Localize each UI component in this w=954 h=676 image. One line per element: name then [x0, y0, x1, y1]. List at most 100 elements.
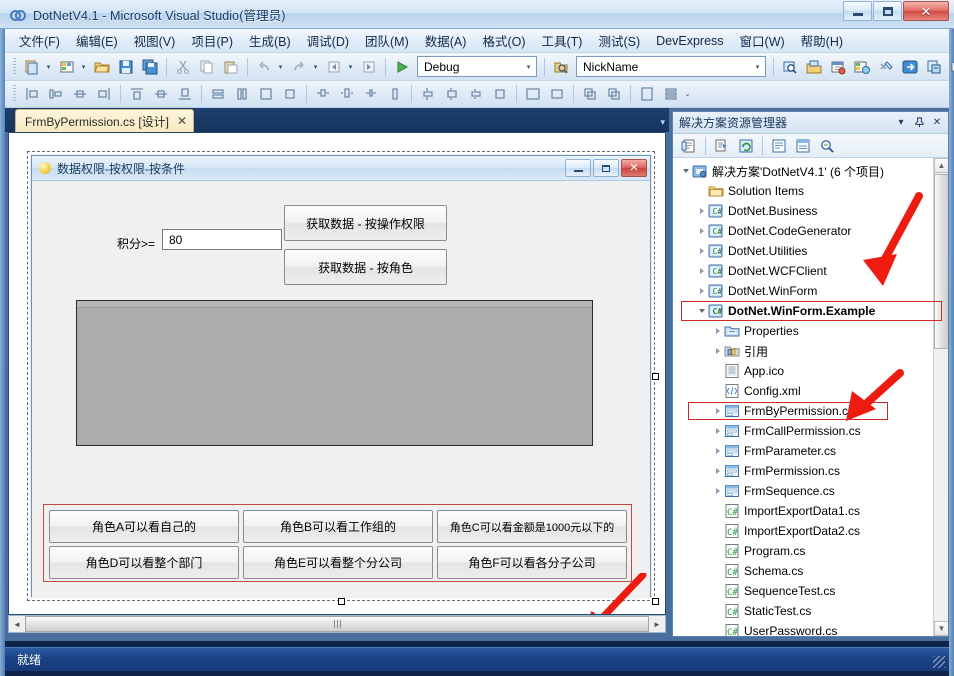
redo-icon[interactable]	[288, 56, 310, 78]
expander-icon[interactable]	[711, 461, 724, 481]
tree-item-13[interactable]: FrmCallPermission.cs	[673, 421, 948, 441]
toolbox-icon[interactable]	[875, 56, 897, 78]
align-middles2-icon[interactable]	[126, 83, 148, 105]
expander-icon[interactable]	[695, 281, 708, 301]
tree-item-21[interactable]: C# SequenceTest.cs	[673, 581, 948, 601]
expander-icon[interactable]	[711, 441, 724, 461]
align-bottoms-icon[interactable]	[150, 83, 172, 105]
vert-spacing-increase-icon[interactable]	[360, 83, 382, 105]
horiz-spacing-equal-icon[interactable]	[255, 83, 277, 105]
find-icon[interactable]	[779, 56, 801, 78]
layout-tool-25[interactable]	[546, 83, 568, 105]
tree-item-20[interactable]: C# Schema.cs	[673, 561, 948, 581]
menu-item-9[interactable]: 工具(T)	[534, 28, 591, 53]
tab-frmbypermission[interactable]: FrmByPermission.cs [设计] ✕	[15, 109, 195, 132]
expander-icon[interactable]	[711, 421, 724, 441]
menu-item-12[interactable]: 窗口(W)	[732, 28, 793, 53]
tree-item-5[interactable]: C# DotNet.WCFClient	[673, 261, 948, 281]
tree-item-2[interactable]: C# DotNet.Business	[673, 201, 948, 221]
class-view-icon[interactable]	[923, 56, 945, 78]
minimize-button[interactable]	[843, 1, 872, 21]
make-same-size-icon[interactable]	[207, 83, 229, 105]
tree-item-16[interactable]: FrmSequence.cs	[673, 481, 948, 501]
get-data-by-operation-permission-button[interactable]: 获取数据 - 按操作权限	[284, 205, 447, 241]
menu-item-13[interactable]: 帮助(H)	[793, 28, 851, 53]
get-data-by-role-button[interactable]: 获取数据 - 按角色	[284, 249, 447, 285]
toolbar-overflow-arrow[interactable]: ⌄	[683, 83, 692, 105]
data-grid-placeholder[interactable]	[76, 300, 593, 446]
expander-icon[interactable]	[695, 221, 708, 241]
vert-spacing-decrease-icon[interactable]	[384, 83, 406, 105]
menu-item-7[interactable]: 数据(A)	[417, 28, 475, 53]
align-centers-icon[interactable]	[45, 83, 67, 105]
new-item-icon[interactable]	[56, 56, 78, 78]
expander-icon[interactable]	[711, 401, 724, 421]
new-project-icon[interactable]	[21, 56, 43, 78]
resize-handle-bottom-center[interactable]	[338, 598, 345, 605]
save-all-icon[interactable]	[139, 56, 161, 78]
close-button[interactable]: ✕	[903, 1, 949, 21]
resize-handle-bottom-right[interactable]	[652, 598, 659, 605]
table-layout-icon[interactable]	[522, 83, 544, 105]
tree-item-3[interactable]: C# DotNet.CodeGenerator	[673, 221, 948, 241]
expander-icon[interactable]	[711, 341, 724, 361]
resize-grip-icon[interactable]	[933, 656, 945, 668]
scroll-thumb[interactable]	[25, 616, 649, 632]
menu-item-1[interactable]: 编辑(E)	[68, 28, 126, 53]
horiz-spacing-increase-icon[interactable]	[279, 83, 301, 105]
role-d-button[interactable]: 角色D可以看整个部门	[49, 546, 239, 579]
bring-to-front-icon[interactable]	[465, 83, 487, 105]
undo-dropdown-arrow[interactable]: ▾	[276, 56, 285, 78]
show-all-files-icon[interactable]	[711, 135, 733, 157]
close-icon[interactable]: ✕	[177, 115, 187, 127]
navigate-backward-dropdown-arrow[interactable]: ▾	[346, 56, 355, 78]
designed-winform[interactable]: 数据权限-按权限-按条件 ✕ 积分>= 80 获取数据 - 按操作权限 获取数据…	[31, 155, 651, 597]
menu-item-11[interactable]: DevExpress	[648, 31, 731, 51]
toolbar-grip[interactable]	[13, 57, 16, 76]
tree-item-18[interactable]: C# ImportExportData2.cs	[673, 521, 948, 541]
properties-icon[interactable]	[678, 135, 700, 157]
center-horizontally-icon[interactable]	[417, 83, 439, 105]
menu-item-10[interactable]: 测试(S)	[590, 28, 648, 53]
tree-item-11[interactable]: Config.xml	[673, 381, 948, 401]
tree-item-19[interactable]: C# Program.cs	[673, 541, 948, 561]
expander-icon[interactable]	[711, 481, 724, 501]
tree-item-12[interactable]: FrmByPermission.cs	[673, 401, 948, 421]
align-rights-icon[interactable]	[93, 83, 115, 105]
make-same-width-icon[interactable]	[174, 83, 196, 105]
tree-item-15[interactable]: FrmPermission.cs	[673, 461, 948, 481]
horiz-spacing-remove-icon[interactable]	[312, 83, 334, 105]
new-item-dropdown-arrow[interactable]: ▾	[79, 56, 88, 78]
scroll-left-icon[interactable]: ◄	[9, 616, 25, 632]
tree-item-17[interactable]: C# ImportExportData1.cs	[673, 501, 948, 521]
center-vertically-icon[interactable]	[441, 83, 463, 105]
solution-explorer-icon[interactable]	[803, 56, 825, 78]
solution-tree[interactable]: ▲ ▼ 解决方案'DotNetV4.1' (6 个项目) Solution Ite…	[673, 158, 948, 636]
expander-icon[interactable]	[695, 241, 708, 261]
tree-item-22[interactable]: C# StaticTest.cs	[673, 601, 948, 621]
menu-item-4[interactable]: 生成(B)	[241, 28, 299, 53]
resize-handle-right-middle[interactable]	[652, 373, 659, 380]
new-project-dropdown-arrow[interactable]: ▾	[44, 56, 53, 78]
paste-icon[interactable]	[220, 56, 242, 78]
role-c-button[interactable]: 角色C可以看金额是1000元以下的	[437, 510, 627, 543]
find-combo[interactable]: NickName ▾	[576, 56, 766, 77]
scroll-track[interactable]	[25, 616, 649, 632]
align-middles-icon[interactable]	[69, 83, 91, 105]
menu-item-8[interactable]: 格式(O)	[474, 28, 533, 53]
view-designer-icon[interactable]	[792, 135, 814, 157]
menu-item-2[interactable]: 视图(V)	[126, 28, 184, 53]
toolbar-grip[interactable]	[13, 85, 16, 103]
pin-icon[interactable]	[911, 115, 927, 131]
object-browser-icon[interactable]	[851, 56, 873, 78]
cut-icon[interactable]	[172, 56, 194, 78]
score-input[interactable]: 80	[162, 229, 282, 250]
tree-item-14[interactable]: FrmParameter.cs	[673, 441, 948, 461]
menu-item-6[interactable]: 团队(M)	[357, 28, 417, 53]
chevron-down-icon[interactable]: ▾	[660, 117, 665, 128]
tree-item-23[interactable]: C# UserPassword.cs	[673, 621, 948, 636]
layout-tool-27[interactable]	[579, 83, 601, 105]
expander-icon[interactable]	[711, 321, 724, 341]
tree-item-10[interactable]: App.ico	[673, 361, 948, 381]
menu-item-5[interactable]: 调试(D)	[299, 28, 357, 53]
